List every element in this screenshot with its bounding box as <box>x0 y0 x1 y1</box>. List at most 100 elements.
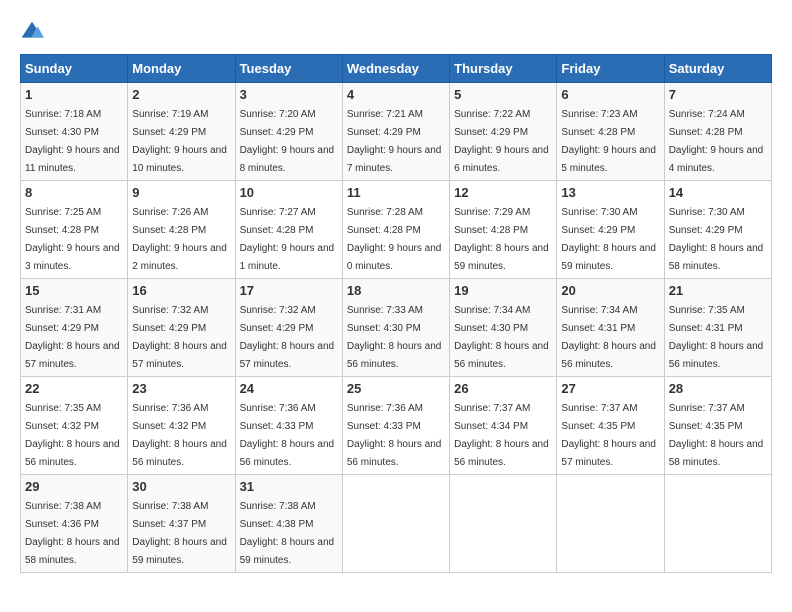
page-header <box>20 20 772 44</box>
day-number: 30 <box>132 479 230 494</box>
weekday-friday: Friday <box>557 55 664 83</box>
week-row-2: 8 Sunrise: 7:25 AMSunset: 4:28 PMDayligh… <box>21 181 772 279</box>
day-detail: Sunrise: 7:30 AMSunset: 4:29 PMDaylight:… <box>669 207 764 272</box>
day-detail: Sunrise: 7:31 AMSunset: 4:29 PMDaylight:… <box>25 305 120 370</box>
weekday-monday: Monday <box>128 55 235 83</box>
day-number: 23 <box>132 381 230 396</box>
calendar-cell: 2 Sunrise: 7:19 AMSunset: 4:29 PMDayligh… <box>128 83 235 181</box>
day-detail: Sunrise: 7:36 AMSunset: 4:32 PMDaylight:… <box>132 403 227 468</box>
calendar-cell: 11 Sunrise: 7:28 AMSunset: 4:28 PMDaylig… <box>342 181 449 279</box>
day-number: 21 <box>669 283 767 298</box>
day-number: 10 <box>240 185 338 200</box>
calendar-cell: 31 Sunrise: 7:38 AMSunset: 4:38 PMDaylig… <box>235 475 342 573</box>
calendar-cell: 5 Sunrise: 7:22 AMSunset: 4:29 PMDayligh… <box>450 83 557 181</box>
day-detail: Sunrise: 7:35 AMSunset: 4:32 PMDaylight:… <box>25 403 120 468</box>
calendar-cell: 27 Sunrise: 7:37 AMSunset: 4:35 PMDaylig… <box>557 377 664 475</box>
day-detail: Sunrise: 7:37 AMSunset: 4:35 PMDaylight:… <box>561 403 656 468</box>
day-number: 22 <box>25 381 123 396</box>
day-number: 24 <box>240 381 338 396</box>
calendar-cell: 17 Sunrise: 7:32 AMSunset: 4:29 PMDaylig… <box>235 279 342 377</box>
day-number: 14 <box>669 185 767 200</box>
day-detail: Sunrise: 7:30 AMSunset: 4:29 PMDaylight:… <box>561 207 656 272</box>
calendar-cell: 26 Sunrise: 7:37 AMSunset: 4:34 PMDaylig… <box>450 377 557 475</box>
calendar-cell <box>664 475 771 573</box>
day-detail: Sunrise: 7:23 AMSunset: 4:28 PMDaylight:… <box>561 109 656 174</box>
weekday-thursday: Thursday <box>450 55 557 83</box>
logo <box>20 20 48 44</box>
calendar-cell: 6 Sunrise: 7:23 AMSunset: 4:28 PMDayligh… <box>557 83 664 181</box>
weekday-saturday: Saturday <box>664 55 771 83</box>
day-detail: Sunrise: 7:27 AMSunset: 4:28 PMDaylight:… <box>240 207 335 272</box>
calendar-cell: 19 Sunrise: 7:34 AMSunset: 4:30 PMDaylig… <box>450 279 557 377</box>
weekday-header-row: SundayMondayTuesdayWednesdayThursdayFrid… <box>21 55 772 83</box>
day-number: 18 <box>347 283 445 298</box>
calendar-cell: 25 Sunrise: 7:36 AMSunset: 4:33 PMDaylig… <box>342 377 449 475</box>
calendar-cell <box>557 475 664 573</box>
day-detail: Sunrise: 7:21 AMSunset: 4:29 PMDaylight:… <box>347 109 442 174</box>
day-number: 28 <box>669 381 767 396</box>
day-detail: Sunrise: 7:32 AMSunset: 4:29 PMDaylight:… <box>132 305 227 370</box>
day-detail: Sunrise: 7:19 AMSunset: 4:29 PMDaylight:… <box>132 109 227 174</box>
day-number: 26 <box>454 381 552 396</box>
calendar-cell: 29 Sunrise: 7:38 AMSunset: 4:36 PMDaylig… <box>21 475 128 573</box>
day-detail: Sunrise: 7:36 AMSunset: 4:33 PMDaylight:… <box>240 403 335 468</box>
day-detail: Sunrise: 7:33 AMSunset: 4:30 PMDaylight:… <box>347 305 442 370</box>
day-number: 17 <box>240 283 338 298</box>
day-detail: Sunrise: 7:20 AMSunset: 4:29 PMDaylight:… <box>240 109 335 174</box>
calendar-cell <box>450 475 557 573</box>
day-detail: Sunrise: 7:37 AMSunset: 4:34 PMDaylight:… <box>454 403 549 468</box>
day-number: 13 <box>561 185 659 200</box>
week-row-4: 22 Sunrise: 7:35 AMSunset: 4:32 PMDaylig… <box>21 377 772 475</box>
day-number: 16 <box>132 283 230 298</box>
day-number: 27 <box>561 381 659 396</box>
calendar-cell: 8 Sunrise: 7:25 AMSunset: 4:28 PMDayligh… <box>21 181 128 279</box>
weekday-wednesday: Wednesday <box>342 55 449 83</box>
calendar-cell: 16 Sunrise: 7:32 AMSunset: 4:29 PMDaylig… <box>128 279 235 377</box>
calendar-cell: 14 Sunrise: 7:30 AMSunset: 4:29 PMDaylig… <box>664 181 771 279</box>
day-detail: Sunrise: 7:35 AMSunset: 4:31 PMDaylight:… <box>669 305 764 370</box>
day-detail: Sunrise: 7:36 AMSunset: 4:33 PMDaylight:… <box>347 403 442 468</box>
calendar-cell: 4 Sunrise: 7:21 AMSunset: 4:29 PMDayligh… <box>342 83 449 181</box>
calendar-cell: 1 Sunrise: 7:18 AMSunset: 4:30 PMDayligh… <box>21 83 128 181</box>
day-number: 5 <box>454 87 552 102</box>
day-number: 4 <box>347 87 445 102</box>
day-detail: Sunrise: 7:29 AMSunset: 4:28 PMDaylight:… <box>454 207 549 272</box>
calendar-cell: 28 Sunrise: 7:37 AMSunset: 4:35 PMDaylig… <box>664 377 771 475</box>
day-number: 1 <box>25 87 123 102</box>
calendar-cell: 22 Sunrise: 7:35 AMSunset: 4:32 PMDaylig… <box>21 377 128 475</box>
calendar-cell: 20 Sunrise: 7:34 AMSunset: 4:31 PMDaylig… <box>557 279 664 377</box>
calendar-cell: 23 Sunrise: 7:36 AMSunset: 4:32 PMDaylig… <box>128 377 235 475</box>
day-detail: Sunrise: 7:34 AMSunset: 4:31 PMDaylight:… <box>561 305 656 370</box>
day-number: 19 <box>454 283 552 298</box>
day-number: 15 <box>25 283 123 298</box>
day-number: 2 <box>132 87 230 102</box>
week-row-3: 15 Sunrise: 7:31 AMSunset: 4:29 PMDaylig… <box>21 279 772 377</box>
day-number: 25 <box>347 381 445 396</box>
calendar-body: 1 Sunrise: 7:18 AMSunset: 4:30 PMDayligh… <box>21 83 772 573</box>
calendar-cell: 15 Sunrise: 7:31 AMSunset: 4:29 PMDaylig… <box>21 279 128 377</box>
day-number: 12 <box>454 185 552 200</box>
calendar-cell: 10 Sunrise: 7:27 AMSunset: 4:28 PMDaylig… <box>235 181 342 279</box>
day-detail: Sunrise: 7:18 AMSunset: 4:30 PMDaylight:… <box>25 109 120 174</box>
calendar-cell: 21 Sunrise: 7:35 AMSunset: 4:31 PMDaylig… <box>664 279 771 377</box>
day-number: 20 <box>561 283 659 298</box>
day-number: 9 <box>132 185 230 200</box>
calendar-cell: 30 Sunrise: 7:38 AMSunset: 4:37 PMDaylig… <box>128 475 235 573</box>
day-number: 7 <box>669 87 767 102</box>
day-detail: Sunrise: 7:38 AMSunset: 4:36 PMDaylight:… <box>25 501 120 566</box>
day-detail: Sunrise: 7:38 AMSunset: 4:37 PMDaylight:… <box>132 501 227 566</box>
logo-icon <box>20 20 44 44</box>
day-detail: Sunrise: 7:26 AMSunset: 4:28 PMDaylight:… <box>132 207 227 272</box>
day-detail: Sunrise: 7:32 AMSunset: 4:29 PMDaylight:… <box>240 305 335 370</box>
calendar-cell <box>342 475 449 573</box>
day-number: 8 <box>25 185 123 200</box>
day-number: 11 <box>347 185 445 200</box>
day-number: 6 <box>561 87 659 102</box>
day-detail: Sunrise: 7:34 AMSunset: 4:30 PMDaylight:… <box>454 305 549 370</box>
calendar-cell: 18 Sunrise: 7:33 AMSunset: 4:30 PMDaylig… <box>342 279 449 377</box>
calendar-cell: 3 Sunrise: 7:20 AMSunset: 4:29 PMDayligh… <box>235 83 342 181</box>
day-number: 3 <box>240 87 338 102</box>
weekday-sunday: Sunday <box>21 55 128 83</box>
day-detail: Sunrise: 7:37 AMSunset: 4:35 PMDaylight:… <box>669 403 764 468</box>
week-row-5: 29 Sunrise: 7:38 AMSunset: 4:36 PMDaylig… <box>21 475 772 573</box>
